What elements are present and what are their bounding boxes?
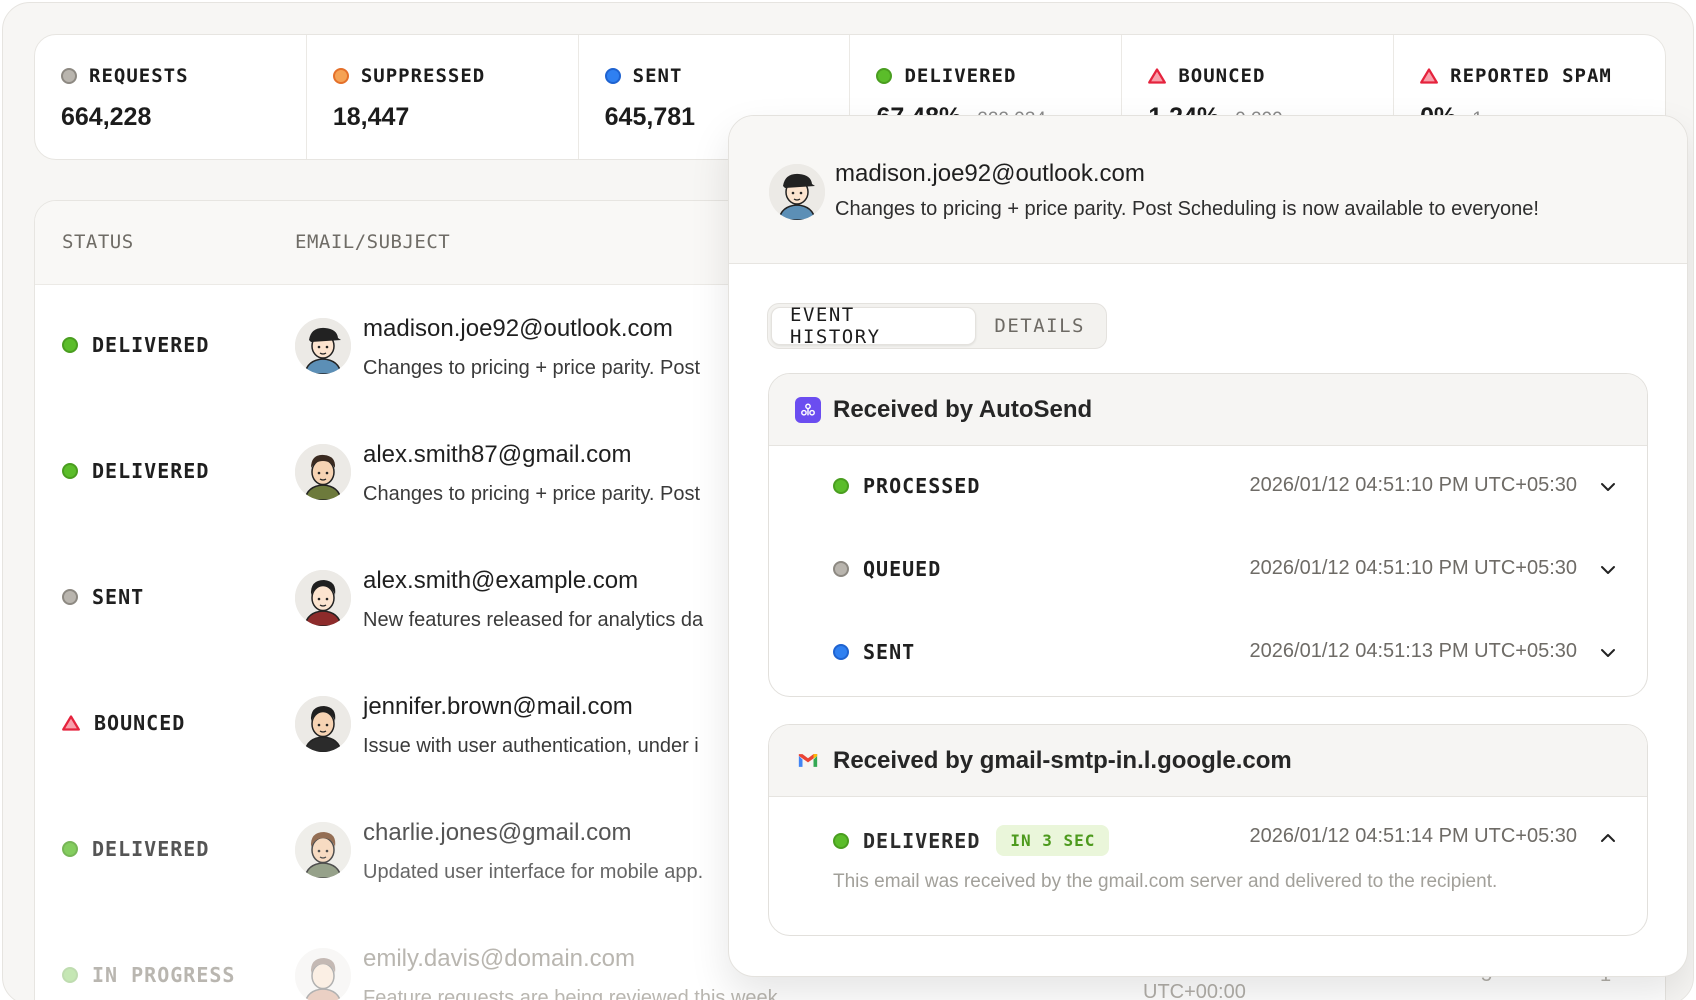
event-section-autosend: Received by AutoSend PROCESSED 2026/01/1… [768, 373, 1648, 697]
row-status: SENT [92, 585, 145, 609]
green-dot-icon [62, 463, 78, 479]
gray-dot-icon [833, 561, 849, 577]
row-status: DELIVERED [92, 459, 210, 483]
section-header: Received by AutoSend [769, 374, 1647, 446]
warning-triangle-icon [1148, 68, 1167, 84]
event-note: This email was received by the gmail.com… [833, 871, 1498, 892]
row-status: IN PROGRESS [92, 963, 236, 987]
avatar [295, 822, 351, 878]
stat-label: DELIVERED [904, 65, 1017, 87]
event-timestamp: 2026/01/12 04:51:10 PM UTC+05:30 [1249, 474, 1577, 496]
stat-label: SUPPRESSED [360, 65, 486, 87]
row-status: BOUNCED [94, 711, 186, 735]
event-row[interactable]: DELIVERED IN 3 SEC 2026/01/12 04:51:14 PM… [769, 797, 1647, 880]
warning-triangle-icon [62, 715, 80, 731]
duration-badge: IN 3 SEC [996, 825, 1110, 856]
avatar [295, 696, 351, 752]
app-frame: REQUESTS 664,228 SUPPRESSED 18,447 SENT … [2, 2, 1694, 1000]
stat-value: 664,228 [61, 103, 152, 131]
email-detail-panel: madison.joe92@outlook.com Changes to pri… [728, 115, 1688, 977]
row-subject: Feature requests are being reviewed this… [363, 987, 784, 1000]
stat-label: BOUNCED [1178, 65, 1266, 87]
row-timezone: UTC+00:00 [1143, 981, 1246, 1000]
stat-value: 645,781 [604, 103, 696, 131]
stat-suppressed[interactable]: SUPPRESSED 18,447 [307, 35, 579, 159]
chevron-up-icon[interactable] [1597, 827, 1619, 849]
row-email: emily.davis@domain.com [363, 945, 636, 972]
gray-dot-icon [62, 589, 78, 605]
stat-label: REQUESTS [89, 65, 189, 87]
event-row[interactable]: PROCESSED 2026/01/12 04:51:10 PM UTC+05:… [769, 446, 1647, 529]
row-subject: Updated user interface for mobile app. [363, 861, 704, 883]
event-label: DELIVERED [863, 828, 981, 853]
panel-tabs: EVENT HISTORY DETAILS [767, 303, 1107, 349]
chevron-down-icon[interactable] [1597, 476, 1619, 498]
avatar [295, 948, 351, 1000]
row-email: alex.smith@example.com [363, 567, 639, 594]
section-title: Received by AutoSend [833, 395, 1093, 423]
chevron-down-icon[interactable] [1597, 642, 1619, 664]
avatar [295, 444, 351, 500]
blue-dot-icon [833, 644, 849, 660]
event-label: QUEUED [863, 557, 942, 581]
section-header: Received by gmail-smtp-in.l.google.com [769, 725, 1647, 797]
column-header-email-subject[interactable]: EMAIL/SUBJECT [295, 231, 450, 253]
stat-label: SENT [632, 65, 683, 87]
avatar [295, 570, 351, 626]
avatar [295, 318, 351, 374]
tab-event-history[interactable]: EVENT HISTORY [771, 304, 977, 348]
chevron-down-icon[interactable] [1597, 559, 1619, 581]
row-email: jennifer.brown@mail.com [363, 693, 633, 720]
panel-email: madison.joe92@outlook.com [835, 160, 1145, 187]
event-timestamp: 2026/01/12 04:51:14 PM UTC+05:30 [1249, 825, 1577, 847]
event-section-gmail: Received by gmail-smtp-in.l.google.com D… [768, 724, 1648, 936]
row-email: alex.smith87@gmail.com [363, 441, 632, 468]
avatar [769, 164, 825, 220]
stat-label: REPORTED SPAM [1450, 65, 1612, 87]
event-row[interactable]: QUEUED 2026/01/12 04:51:10 PM UTC+05:30 [769, 529, 1647, 612]
blue-dot-icon [604, 68, 621, 84]
gray-dot-icon [61, 68, 77, 84]
row-status: DELIVERED [92, 837, 210, 861]
green-dot-icon [62, 337, 78, 353]
autosend-icon [795, 396, 821, 423]
stat-requests[interactable]: REQUESTS 664,228 [35, 35, 307, 159]
orange-dot-icon [332, 68, 349, 84]
row-status: DELIVERED [92, 333, 210, 357]
row-subject: Changes to pricing + price parity. Post [363, 483, 701, 505]
event-label: PROCESSED [863, 474, 981, 498]
green-dot-icon [833, 832, 849, 849]
event-timestamp: 2026/01/12 04:51:10 PM UTC+05:30 [1249, 557, 1577, 579]
row-subject: Changes to pricing + price parity. Post [363, 357, 701, 379]
warning-triangle-icon [1420, 68, 1439, 84]
event-label: SENT [863, 640, 916, 664]
stat-value: 18,447 [332, 103, 410, 131]
event-row[interactable]: SENT 2026/01/12 04:51:13 PM UTC+05:30 [769, 612, 1647, 695]
panel-header: madison.joe92@outlook.com Changes to pri… [729, 116, 1687, 264]
gmail-icon [795, 748, 821, 774]
event-timestamp: 2026/01/12 04:51:13 PM UTC+05:30 [1249, 640, 1577, 662]
row-email: madison.joe92@outlook.com [363, 315, 673, 342]
row-email: charlie.jones@gmail.com [363, 819, 632, 846]
green-dot-icon [62, 967, 78, 983]
row-subject: Issue with user authentication, under i [363, 735, 699, 757]
tab-details[interactable]: DETAILS [976, 307, 1103, 345]
green-dot-icon [62, 841, 78, 857]
green-dot-icon [833, 478, 849, 494]
panel-subject: Changes to pricing + price parity. Post … [835, 198, 1539, 220]
section-title: Received by gmail-smtp-in.l.google.com [833, 746, 1292, 774]
column-header-status[interactable]: STATUS [62, 231, 134, 253]
row-subject: New features released for analytics da [363, 609, 704, 631]
green-dot-icon [876, 68, 893, 84]
